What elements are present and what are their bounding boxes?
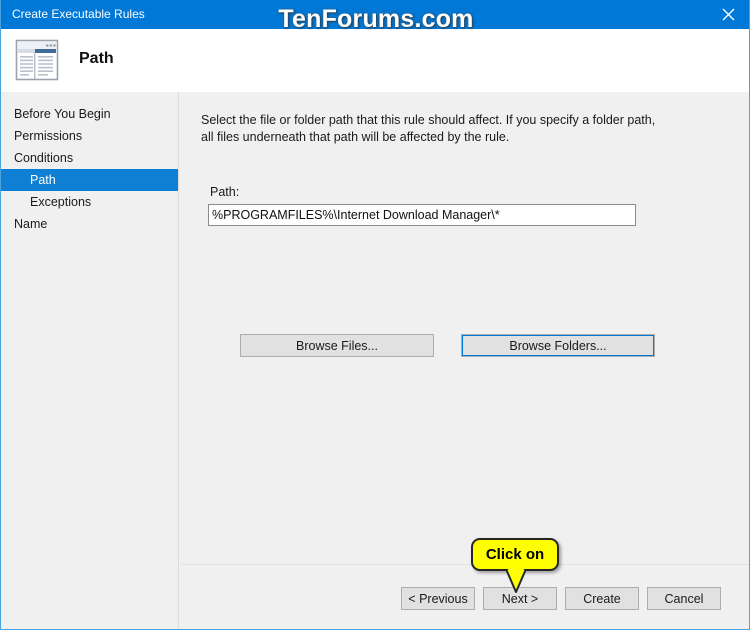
next-button[interactable]: Next > bbox=[483, 587, 557, 610]
browse-files-button[interactable]: Browse Files... bbox=[240, 334, 434, 357]
create-executable-rules-window: Create Executable Rules TenForums.com Pa… bbox=[0, 0, 750, 630]
sidebar-item-permissions[interactable]: Permissions bbox=[1, 125, 178, 147]
wizard-sidebar: Before You Begin Permissions Conditions … bbox=[1, 92, 179, 629]
wizard-footer: < Previous Next > Create Cancel bbox=[180, 564, 749, 629]
cancel-button[interactable]: Cancel bbox=[647, 587, 721, 610]
sidebar-item-name[interactable]: Name bbox=[1, 213, 178, 235]
create-button[interactable]: Create bbox=[565, 587, 639, 610]
sidebar-item-before-you-begin[interactable]: Before You Begin bbox=[1, 103, 178, 125]
page-title: Path bbox=[79, 50, 114, 67]
window-title: Create Executable Rules bbox=[12, 7, 145, 21]
path-rule-window-icon bbox=[15, 39, 59, 81]
browse-folders-button[interactable]: Browse Folders... bbox=[461, 334, 655, 357]
sidebar-item-path[interactable]: Path bbox=[1, 169, 178, 191]
close-icon[interactable] bbox=[705, 0, 749, 29]
instruction-text: Select the file or folder path that this… bbox=[201, 113, 656, 144]
sidebar-item-exceptions[interactable]: Exceptions bbox=[1, 191, 178, 213]
close-glyph bbox=[722, 8, 734, 21]
path-input[interactable] bbox=[208, 204, 636, 226]
main-panel: Select the file or folder path that this… bbox=[180, 92, 749, 629]
title-bar: Create Executable Rules bbox=[1, 0, 749, 29]
previous-button[interactable]: < Previous bbox=[401, 587, 475, 610]
browse-buttons-row: Browse Files... Browse Folders... bbox=[180, 334, 749, 357]
page-header: Path bbox=[1, 29, 749, 92]
sidebar-item-conditions[interactable]: Conditions bbox=[1, 147, 178, 169]
footer-button-group: < Previous Next > Create Cancel bbox=[401, 587, 721, 610]
path-field-label: Path: bbox=[210, 185, 240, 199]
